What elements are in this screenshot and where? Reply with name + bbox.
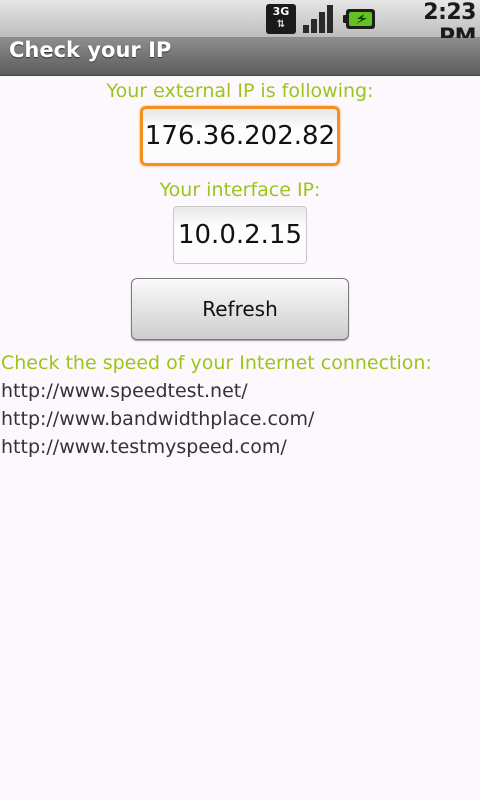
- network-type-label: 3G: [272, 5, 290, 18]
- app-title-bar: Check your IP: [0, 38, 480, 76]
- app-title: Check your IP: [9, 38, 172, 62]
- battery-charging-icon: [343, 9, 375, 29]
- 3g-icon: 3G ⇅: [266, 4, 296, 34]
- refresh-button[interactable]: Refresh: [131, 278, 349, 340]
- bandwidthplace-link[interactable]: http://www.bandwidthplace.com/: [1, 406, 314, 432]
- signal-icon: [303, 5, 333, 33]
- speedtest-link[interactable]: http://www.speedtest.net/: [1, 378, 248, 404]
- speed-check-label: Check the speed of your Internet connect…: [1, 352, 432, 374]
- testmyspeed-link[interactable]: http://www.testmyspeed.com/: [1, 434, 287, 460]
- status-time: 2:23 PM: [423, 0, 476, 50]
- external-ip-label: Your external IP is following:: [106, 80, 374, 102]
- status-bar: 3G ⇅ 2:23 PM: [0, 0, 480, 50]
- external-ip-field[interactable]: 176.36.202.82: [140, 106, 340, 166]
- interface-ip-field[interactable]: 10.0.2.15: [173, 206, 307, 264]
- interface-ip-label: Your interface IP:: [159, 179, 321, 201]
